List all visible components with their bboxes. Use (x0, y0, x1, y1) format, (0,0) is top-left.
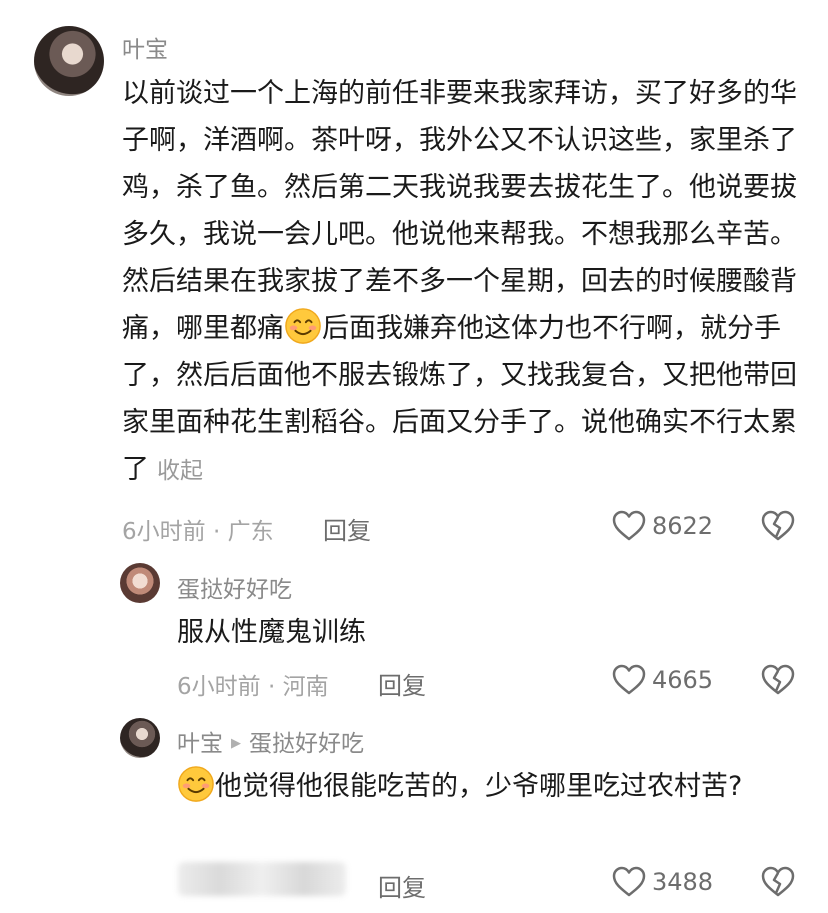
comment-username[interactable]: 蛋挞好好吃 (177, 570, 292, 604)
comment-text: 以前谈过一个上海的前任非要来我家拜访，买了好多的华子啊，洋酒啊。茶叶呀，我外公又… (122, 70, 802, 495)
broken-heart-icon[interactable] (761, 664, 795, 696)
play-triangle-icon: ▶ (231, 736, 241, 751)
smile-emoji-icon (178, 766, 214, 802)
heart-outline-icon (612, 510, 646, 541)
avatar[interactable] (34, 26, 104, 96)
like-count: 3488 (652, 868, 714, 896)
avatar[interactable] (120, 563, 160, 603)
comment-text: 服从性魔鬼训练 (177, 617, 366, 648)
reply-button[interactable]: 回复 (378, 868, 426, 903)
blurred-meta (178, 862, 346, 896)
avatar[interactable] (120, 718, 160, 758)
like-count: 4665 (652, 666, 714, 694)
comment-text-part: 以前谈过一个上海的前任非要来我家拜访，买了好多的华子啊，洋酒啊。茶叶呀，我外公又… (122, 78, 797, 344)
like-button[interactable]: 4665 (612, 664, 713, 696)
comment-username[interactable]: 叶宝 (177, 731, 223, 757)
comment-username[interactable]: 叶宝 (122, 30, 168, 64)
reply-header: 叶宝 ▶ 蛋挞好好吃 (177, 724, 364, 758)
smile-emoji-icon (285, 308, 321, 344)
reply-to-username[interactable]: 蛋挞好好吃 (249, 731, 364, 757)
comment-meta: 6小时前 · 河南 (177, 674, 329, 700)
broken-heart-icon[interactable] (761, 510, 795, 542)
reply-button[interactable]: 回复 (378, 666, 426, 701)
reply-button[interactable]: 回复 (323, 511, 371, 546)
comment-text-part: 他觉得他很能吃苦的，少爷哪里吃过农村苦? (215, 771, 743, 802)
comment-text: 他觉得他很能吃苦的，少爷哪里吃过农村苦? (177, 763, 777, 810)
like-button[interactable]: 8622 (612, 510, 713, 542)
like-count: 8622 (652, 512, 714, 540)
collapse-button[interactable]: 收起 (157, 458, 203, 484)
heart-outline-icon (612, 664, 646, 695)
comment-meta: 6小时前 · 广东 (122, 519, 274, 545)
like-button[interactable]: 3488 (612, 866, 713, 898)
heart-outline-icon (612, 866, 646, 897)
broken-heart-icon[interactable] (761, 866, 795, 898)
